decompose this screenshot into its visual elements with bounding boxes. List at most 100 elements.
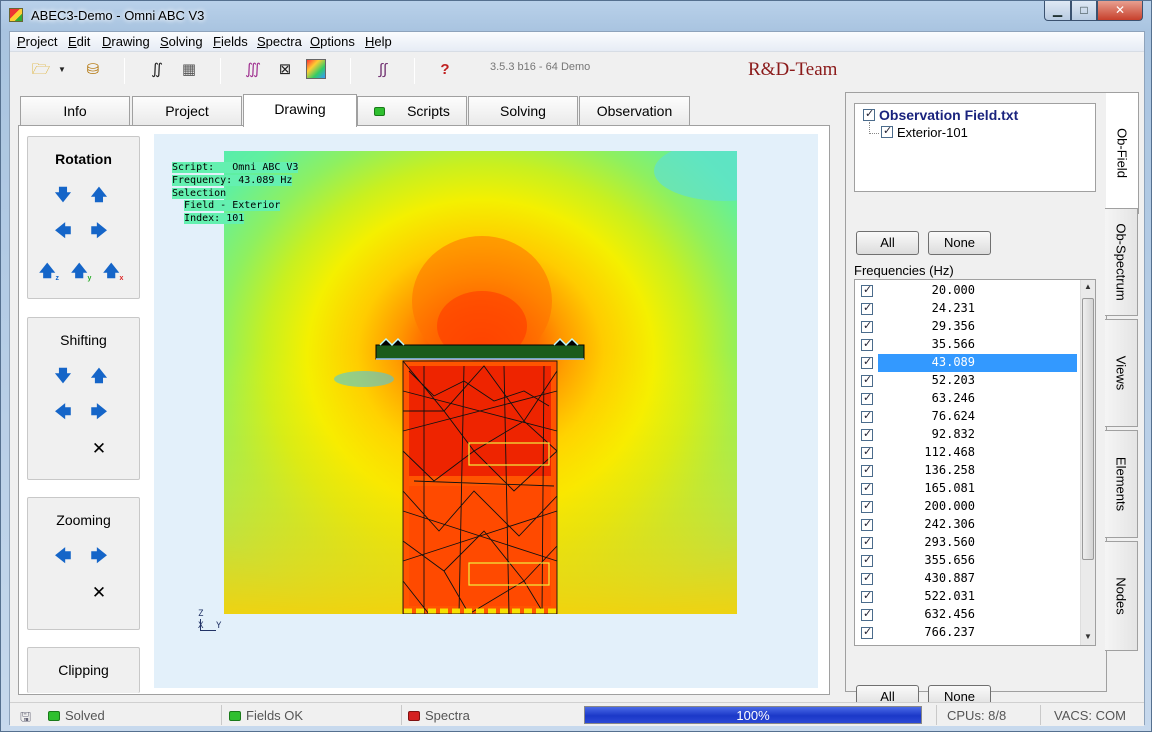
frequency-row[interactable]: 430.887 xyxy=(855,570,1079,588)
menu-edit[interactable]: Edit xyxy=(68,34,90,49)
frequency-checkbox[interactable] xyxy=(861,571,873,585)
menu-solving[interactable]: Solving xyxy=(160,34,203,49)
wireframe-icon[interactable]: ⊠ xyxy=(274,59,296,81)
spectrum-icon[interactable]: ∫∫ xyxy=(372,59,394,81)
minimize-button[interactable]: ▁ xyxy=(1044,1,1071,21)
rotate-down-button[interactable]: 🡇 xyxy=(54,187,72,205)
frequency-checkbox[interactable] xyxy=(861,283,873,297)
frequency-checkbox[interactable] xyxy=(861,337,873,351)
frequency-row[interactable]: 29.356 xyxy=(855,318,1079,336)
integral-icon[interactable]: ∬ xyxy=(146,59,168,81)
field-viewport[interactable]: Script: Omni ABC V3 Frequency: 43.089 Hz… xyxy=(154,134,818,688)
frequency-row[interactable]: 522.031 xyxy=(855,588,1079,606)
rotate-y-button[interactable]: 🡅y xyxy=(71,263,91,282)
shift-down-button[interactable]: 🡇 xyxy=(54,368,72,386)
help-icon[interactable]: ? xyxy=(434,59,456,81)
save-project-icon[interactable]: ⛁ xyxy=(82,59,104,81)
frequency-checkbox[interactable] xyxy=(861,391,873,405)
frequency-row[interactable]: 766.237 xyxy=(855,624,1079,642)
frequency-checkbox[interactable] xyxy=(861,553,873,567)
frequency-row[interactable]: 52.203 xyxy=(855,372,1079,390)
scroll-up-icon[interactable]: ▲ xyxy=(1084,282,1092,291)
shift-left-button[interactable]: 🡄 xyxy=(54,404,72,422)
frequency-row[interactable]: 293.560 xyxy=(855,534,1079,552)
maximize-button[interactable]: □ xyxy=(1071,1,1097,21)
menu-spectra[interactable]: Spectra xyxy=(257,34,302,49)
side-tab-ob-spectrum[interactable]: Ob-Spectrum xyxy=(1105,208,1138,316)
tab-info[interactable]: Info xyxy=(20,96,130,126)
child-checkbox[interactable] xyxy=(881,124,893,138)
rotate-left-button[interactable]: 🡄 xyxy=(54,223,72,241)
shift-right-button[interactable]: 🡆 xyxy=(90,404,108,422)
frequency-row[interactable]: 76.624 xyxy=(855,408,1079,426)
scroll-thumb[interactable] xyxy=(1082,298,1094,560)
zoom-in-button[interactable]: 🡆 xyxy=(90,548,108,566)
frequency-row[interactable]: 92.832 xyxy=(855,426,1079,444)
frequency-row[interactable]: 242.306 xyxy=(855,516,1079,534)
select-all-fields-button[interactable]: All xyxy=(856,231,919,255)
mesh-icon[interactable]: ▦ xyxy=(178,59,200,81)
shift-up-button[interactable]: 🡅 xyxy=(90,368,108,386)
menu-fields[interactable]: Fields xyxy=(213,34,248,49)
frequency-checkbox[interactable] xyxy=(861,535,873,549)
zoom-out-button[interactable]: 🡄 xyxy=(54,548,72,566)
tree-root-item[interactable]: Observation Field.txt xyxy=(863,107,1018,123)
open-folder-icon[interactable]: 🗁 xyxy=(30,59,52,81)
side-tab-elements[interactable]: Elements xyxy=(1105,430,1138,538)
frequency-checkbox[interactable] xyxy=(861,409,873,423)
menu-options[interactable]: Options xyxy=(310,34,355,49)
tab-project[interactable]: Project xyxy=(132,96,242,126)
colormap-icon[interactable] xyxy=(306,59,326,79)
frequency-row[interactable]: 24.231 xyxy=(855,300,1079,318)
side-tab-ob-field[interactable]: Ob-Field xyxy=(1106,92,1139,214)
tree-child-item[interactable]: Exterior-101 xyxy=(881,124,968,140)
side-tab-views[interactable]: Views xyxy=(1105,319,1138,427)
rotate-x-button[interactable]: 🡅x xyxy=(103,263,123,282)
close-button[interactable]: ✕ xyxy=(1097,1,1143,21)
zoom-reset-icon[interactable]: ✕ xyxy=(90,584,108,602)
frequency-checkbox[interactable] xyxy=(861,625,873,639)
menu-drawing[interactable]: Drawing xyxy=(102,34,150,49)
frequency-checkbox[interactable] xyxy=(861,373,873,387)
frequency-checkbox[interactable] xyxy=(861,319,873,333)
rotate-right-button[interactable]: 🡆 xyxy=(90,223,108,241)
frequency-row[interactable]: 20.000 xyxy=(855,282,1079,300)
select-none-fields-button[interactable]: None xyxy=(928,231,991,255)
tab-observation[interactable]: Observation xyxy=(579,96,690,126)
frequency-row[interactable]: 63.246 xyxy=(855,390,1079,408)
frequency-checkbox[interactable] xyxy=(861,301,873,315)
title-bar[interactable]: ABEC3-Demo - Omni ABC V3 ▁ □ ✕ xyxy=(1,1,1151,31)
frequency-row[interactable]: 200.000 xyxy=(855,498,1079,516)
frequency-checkbox[interactable] xyxy=(861,355,873,369)
frequency-row[interactable]: 35.566 xyxy=(855,336,1079,354)
root-checkbox[interactable] xyxy=(863,107,875,121)
tab-solving[interactable]: Solving xyxy=(468,96,578,126)
scroll-down-icon[interactable]: ▼ xyxy=(1084,632,1092,641)
frequency-checkbox[interactable] xyxy=(861,463,873,477)
frequency-checkbox[interactable] xyxy=(861,589,873,603)
frequency-row[interactable]: 165.081 xyxy=(855,480,1079,498)
frequency-scrollbar[interactable]: ▲ ▼ xyxy=(1080,280,1095,645)
frequency-checkbox[interactable] xyxy=(861,481,873,495)
frequency-row[interactable]: 632.456 xyxy=(855,606,1079,624)
frequency-row[interactable]: 112.468 xyxy=(855,444,1079,462)
frequency-checkbox[interactable] xyxy=(861,427,873,441)
frequency-row[interactable]: 355.656 xyxy=(855,552,1079,570)
tab-drawing[interactable]: Drawing xyxy=(243,94,357,127)
dropdown-arrow-icon[interactable]: ▼ xyxy=(56,59,68,81)
shift-reset-icon[interactable]: ✕ xyxy=(90,440,108,458)
rotate-up-button[interactable]: 🡅 xyxy=(90,187,108,205)
frequency-checkbox[interactable] xyxy=(861,607,873,621)
frequency-checkbox[interactable] xyxy=(861,499,873,513)
tab-scripts[interactable]: Scripts xyxy=(357,96,467,126)
integral-color-icon[interactable]: ∭ xyxy=(242,59,264,81)
side-tab-nodes[interactable]: Nodes xyxy=(1105,541,1138,651)
rotate-z-button[interactable]: 🡅z xyxy=(39,263,59,282)
frequency-row[interactable]: 136.258 xyxy=(855,462,1079,480)
menu-help[interactable]: Help xyxy=(365,34,392,49)
menu-project[interactable]: Project xyxy=(17,34,57,49)
frequency-checkbox[interactable] xyxy=(861,517,873,531)
frequency-checkbox[interactable] xyxy=(861,445,873,459)
frequency-row[interactable]: 43.089 xyxy=(855,354,1079,372)
frequency-list[interactable]: 20.000 24.231 29.356 35.566 43.089 52.203 63.2… xyxy=(854,279,1096,646)
